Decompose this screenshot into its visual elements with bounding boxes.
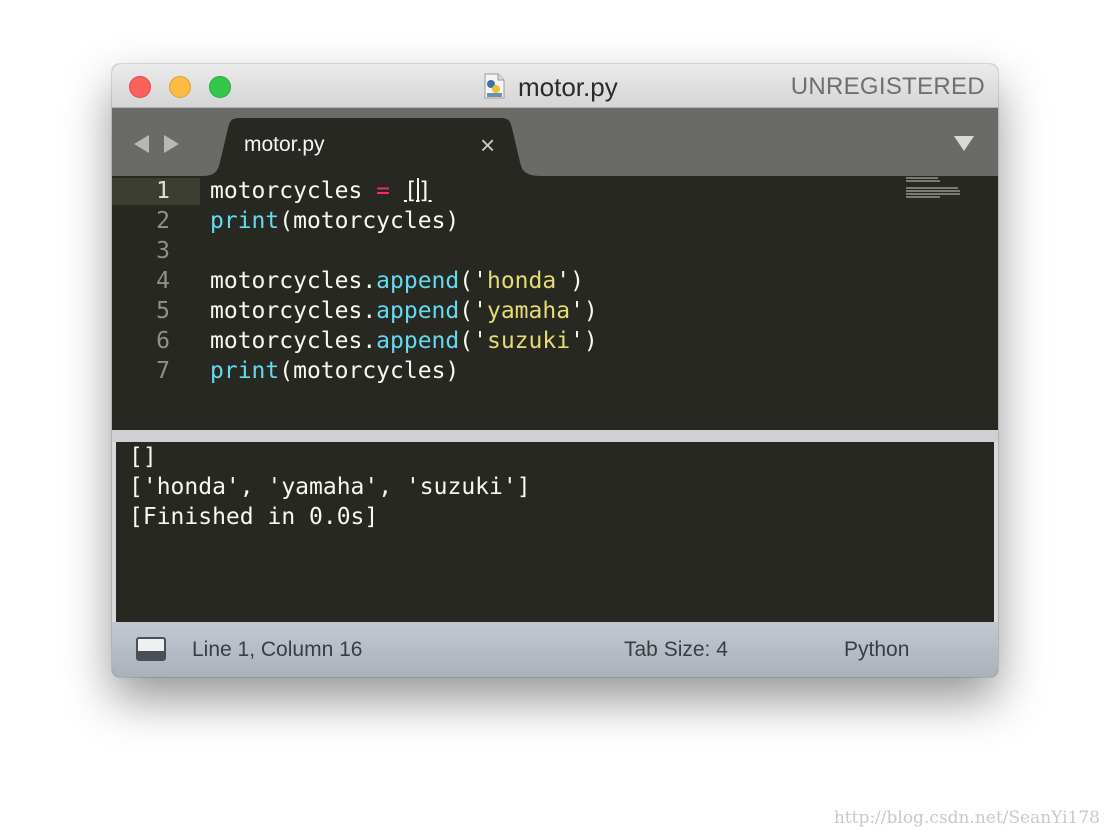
minimize-icon[interactable] — [169, 76, 191, 98]
code-editor[interactable]: 1 2 3 4 5 6 7 motorcycles = [] print(mot… — [112, 176, 998, 430]
title-bar[interactable]: motor.py UNREGISTERED — [112, 64, 998, 108]
code-line[interactable]: motorcycles = [] — [210, 176, 432, 206]
arrow-left-icon[interactable] — [134, 135, 149, 153]
syntax-mode[interactable]: Python — [844, 637, 909, 663]
line-number: 5 — [156, 298, 170, 324]
chevron-down-icon[interactable] — [954, 136, 974, 151]
build-output[interactable]: [] ['honda', 'yamaha', 'suzuki'] [Finish… — [116, 442, 994, 622]
line-number: 1 — [156, 178, 170, 204]
tab-motor-py[interactable]: motor.py × — [202, 118, 542, 176]
minimap[interactable] — [906, 176, 966, 206]
arrow-right-icon[interactable] — [164, 135, 179, 153]
close-icon[interactable] — [129, 76, 151, 98]
line-number: 2 — [156, 208, 170, 234]
build-output-panel: [] ['honda', 'yamaha', 'suzuki'] [Finish… — [112, 442, 998, 622]
tab-bar: motor.py × — [112, 108, 998, 176]
line-number: 7 — [156, 358, 170, 384]
code-line[interactable]: print(motorcycles) — [210, 356, 459, 386]
line-number: 6 — [156, 328, 170, 354]
tab-size[interactable]: Tab Size: 4 — [624, 637, 728, 663]
status-bar: Line 1, Column 16 Tab Size: 4 Python — [112, 622, 998, 677]
output-line: [] — [129, 444, 157, 470]
code-line[interactable]: motorcycles.append('suzuki') — [210, 326, 598, 356]
maximize-icon[interactable] — [209, 76, 231, 98]
close-tab-icon[interactable]: × — [480, 130, 495, 160]
panel-toggle-icon[interactable] — [136, 637, 166, 661]
code-line[interactable]: print(motorcycles) — [210, 206, 459, 236]
watermark: http://blog.csdn.net/SeanYi178 — [833, 808, 1100, 828]
cursor-position[interactable]: Line 1, Column 16 — [192, 637, 362, 663]
line-number: 3 — [156, 238, 170, 264]
tab-label: motor.py — [244, 133, 325, 156]
code-line[interactable]: motorcycles.append('honda') — [210, 266, 584, 296]
code-line[interactable]: motorcycles.append('yamaha') — [210, 296, 598, 326]
line-number: 4 — [156, 268, 170, 294]
editor-window: motor.py UNREGISTERED motor.py × 1 2 3 4… — [112, 64, 998, 677]
output-line: ['honda', 'yamaha', 'suzuki'] — [129, 474, 531, 500]
registration-status: UNREGISTERED — [790, 73, 985, 100]
python-file-icon — [480, 72, 508, 100]
output-line: [Finished in 0.0s] — [129, 504, 379, 530]
panel-divider[interactable] — [112, 430, 998, 442]
window-title: motor.py — [518, 72, 618, 102]
